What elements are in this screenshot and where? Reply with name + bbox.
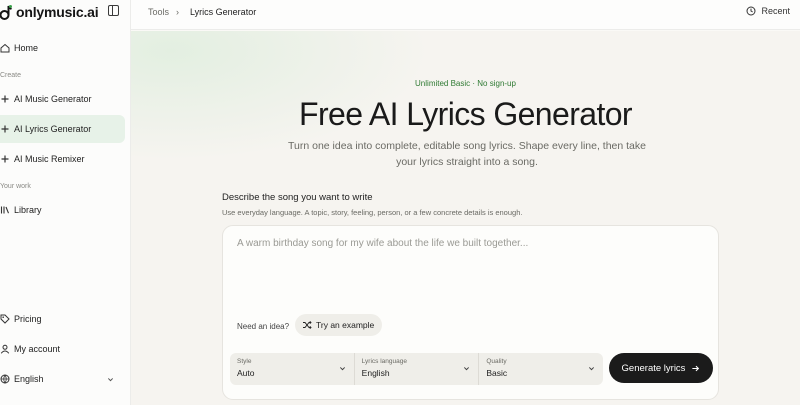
recent-button[interactable]: Recent (746, 6, 790, 16)
globe-icon (0, 374, 10, 384)
section-label-create: Create (0, 72, 22, 79)
lyrics-language-caption: Lyrics language (361, 358, 407, 365)
home-icon (0, 43, 10, 53)
sidebar-item-label: Pricing (14, 314, 42, 324)
breadcrumb-current: Lyrics Generator (190, 7, 257, 17)
prompt-card: Need an idea? Try an example Style Auto … (222, 225, 719, 400)
style-value: Auto (237, 368, 255, 378)
topbar: Tools › Lyrics Generator Recent (131, 0, 800, 30)
plan-badge: Unlimited Basic · No sign-up (415, 79, 516, 88)
quality-caption: Quality (486, 358, 507, 365)
try-example-label: Try an example (316, 320, 375, 330)
lyrics-language-value: English (361, 368, 390, 378)
tag-icon (0, 314, 10, 324)
try-example-button[interactable]: Try an example (295, 314, 383, 336)
sidebar-item-library[interactable]: Library (0, 196, 125, 224)
chevron-down-icon (464, 367, 470, 371)
main-content: Unlimited Basic · No sign-up Free AI Lyr… (131, 31, 800, 405)
arrow-right-icon (692, 365, 700, 371)
plus-icon (1, 155, 9, 163)
sidebar-item-my-account[interactable]: My account (0, 335, 125, 363)
logo[interactable]: onlymusic.ai (0, 4, 99, 20)
sidebar-item-label: English (14, 374, 44, 384)
collapse-sidebar-icon[interactable] (108, 5, 119, 16)
page-subtitle: Turn one idea into complete, editable so… (288, 140, 646, 168)
chevron-down-icon (107, 377, 114, 381)
sidebar-item-label: AI Music Remixer (14, 154, 85, 164)
library-icon (0, 206, 10, 214)
style-select[interactable]: Style Auto (230, 353, 355, 385)
generation-options: Style Auto Lyrics language English Quali… (230, 353, 603, 385)
section-label-your-work: Your work (0, 183, 31, 190)
app-name: onlymusic.ai (16, 4, 99, 20)
plus-icon (1, 125, 9, 133)
sidebar-item-label: Library (14, 205, 42, 215)
prompt-label: Describe the song you want to write (222, 192, 373, 203)
sidebar-item-label: Home (14, 43, 39, 53)
quality-value: Basic (486, 368, 508, 378)
recent-label: Recent (761, 6, 790, 16)
sidebar-item-label: AI Music Generator (14, 94, 92, 104)
plus-icon (1, 95, 9, 103)
sidebar-item-pricing[interactable]: Pricing (0, 305, 125, 333)
lyrics-language-select[interactable]: Lyrics language English (355, 353, 480, 385)
breadcrumb-tools[interactable]: Tools (148, 7, 169, 17)
user-icon (0, 344, 10, 354)
sidebar-item-ai-lyrics-generator[interactable]: AI Lyrics Generator (0, 115, 125, 143)
song-description-input[interactable] (237, 238, 707, 249)
clock-icon (746, 6, 756, 16)
generate-lyrics-button[interactable]: Generate lyrics (609, 353, 713, 383)
page-title: Free AI Lyrics Generator (299, 96, 633, 132)
sidebar-item-label: AI Lyrics Generator (14, 124, 92, 134)
sidebar-item-ai-music-remixer[interactable]: AI Music Remixer (0, 145, 125, 173)
generate-lyrics-label: Generate lyrics (621, 362, 686, 374)
breadcrumb-separator: › (176, 7, 179, 17)
sidebar-item-ai-music-generator[interactable]: AI Music Generator (0, 85, 125, 113)
need-idea-label: Need an idea? (237, 322, 290, 331)
logo-icon (0, 5, 12, 20)
sidebar: onlymusic.ai Home Create AI Music Genera… (0, 0, 131, 405)
style-caption: Style (237, 358, 252, 365)
shuffle-icon (303, 320, 312, 330)
sidebar-item-home[interactable]: Home (0, 34, 125, 62)
chevron-down-icon (339, 367, 345, 371)
language-selector[interactable]: English (0, 365, 125, 393)
sidebar-item-label: My account (14, 344, 61, 354)
quality-select[interactable]: Quality Basic (479, 353, 603, 385)
chevron-down-icon (588, 367, 595, 371)
prompt-help-text: Use everyday language. A topic, story, f… (222, 208, 523, 217)
